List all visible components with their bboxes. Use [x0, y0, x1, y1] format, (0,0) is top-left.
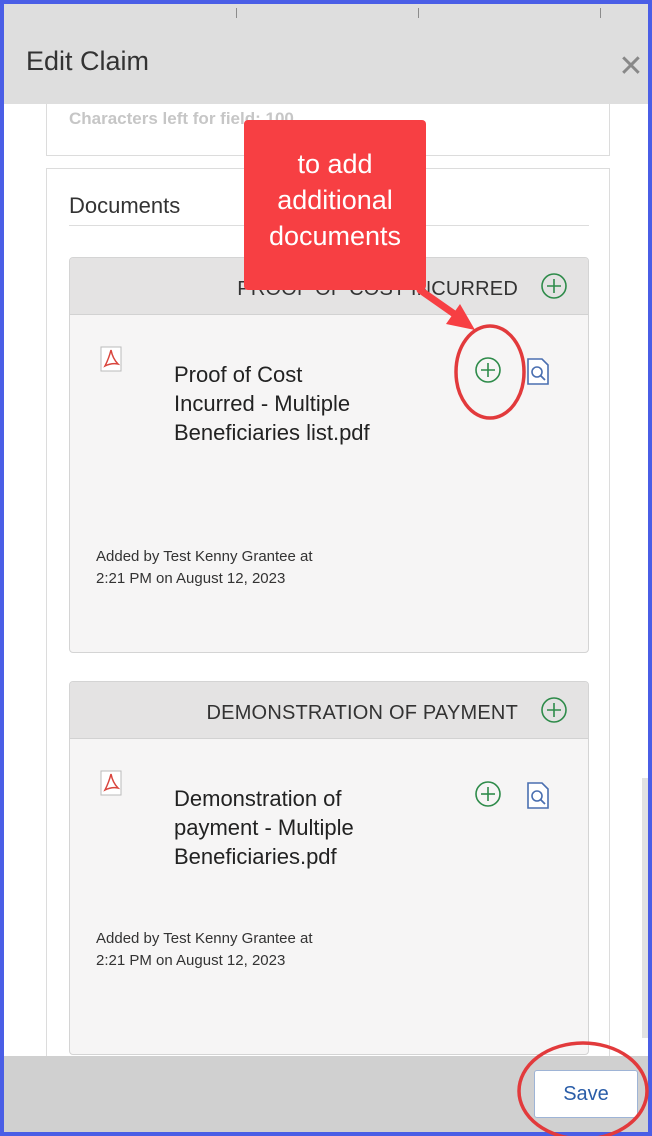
dialog-header: Edit Claim ✕	[4, 4, 648, 104]
dialog-title: Edit Claim	[26, 46, 150, 76]
document-panel-proof-of-cost: PROOF OF COST INCURRED Proof of Cost Inc…	[69, 257, 589, 653]
add-document-icon[interactable]	[540, 696, 568, 729]
document-meta: Added by Test Kenny Grantee at 2:21 PM o…	[96, 548, 313, 587]
save-button[interactable]: Save	[534, 1070, 638, 1118]
header-divider	[418, 8, 419, 18]
add-document-icon[interactable]	[540, 272, 568, 305]
scrollbar-thumb[interactable]	[642, 778, 648, 1038]
add-document-icon[interactable]	[474, 780, 502, 813]
pdf-icon	[100, 346, 122, 377]
documents-section: Documents PROOF OF COST INCURRED Proof o…	[46, 168, 610, 1056]
document-meta: Added by Test Kenny Grantee at 2:21 PM o…	[96, 930, 313, 969]
view-document-icon[interactable]	[526, 780, 550, 815]
panel-header: DEMONSTRATION OF PAYMENT	[70, 682, 588, 739]
file-name[interactable]: Proof of Cost Incurred - Multiple Benefi…	[174, 360, 374, 447]
view-document-icon[interactable]	[526, 356, 550, 391]
document-panel-demonstration-of-payment: DEMONSTRATION OF PAYMENT Demonstration o…	[69, 681, 589, 1055]
pdf-icon	[100, 770, 122, 801]
documents-title: Documents	[69, 193, 181, 218]
header-divider	[600, 8, 601, 18]
panel-title: DEMONSTRATION OF PAYMENT	[206, 702, 518, 724]
close-icon[interactable]: ✕	[616, 52, 646, 82]
file-name[interactable]: Demonstration of payment - Multiple Bene…	[174, 784, 374, 871]
document-item: Proof of Cost Incurred - Multiple Benefi…	[70, 314, 588, 652]
annotation-callout: to add additional documents	[244, 120, 426, 290]
header-divider	[236, 8, 237, 18]
add-document-icon[interactable]	[474, 356, 502, 389]
document-item: Demonstration of payment - Multiple Bene…	[70, 738, 588, 1054]
